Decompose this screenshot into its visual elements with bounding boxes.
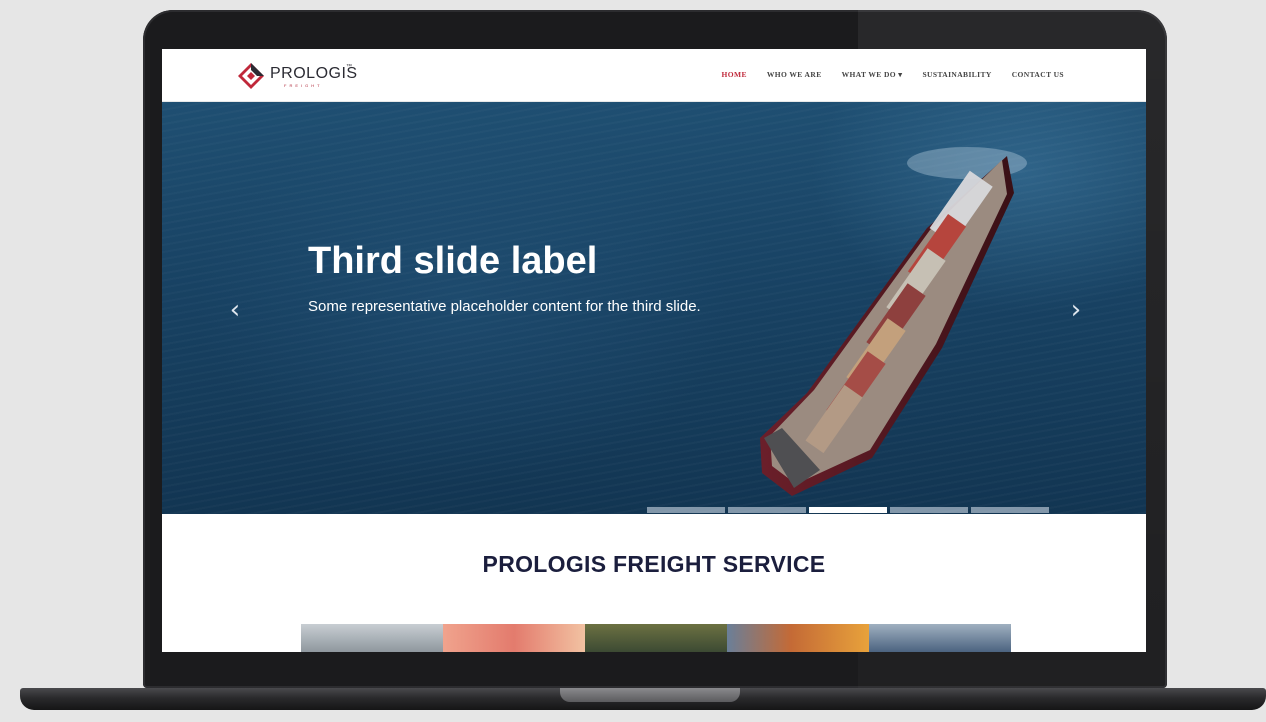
nav-item-who-we-are[interactable]: WHO WE ARE — [767, 70, 822, 79]
brand-name: PROLOGIS — [270, 65, 358, 82]
carousel-indicator-3[interactable] — [809, 507, 887, 513]
nav-item-what-we-do[interactable]: WHAT WE DO ▾ — [842, 70, 903, 79]
navbar: PROLOGIS ™ FREIGHT HOME WHO WE ARE WHAT … — [162, 49, 1146, 102]
brand-subtitle: FREIGHT — [284, 83, 323, 88]
carousel-indicators — [647, 507, 1049, 513]
carousel-next-button[interactable]: › — [1061, 295, 1091, 325]
nav-item-contact-us[interactable]: CONTACT US — [1012, 70, 1064, 79]
section-title: PROLOGIS FREIGHT SERVICE — [482, 551, 826, 577]
carousel-indicator-2[interactable] — [728, 507, 806, 513]
hero-carousel: Third slide label Some representative pl… — [162, 102, 1146, 514]
carousel-indicator-4[interactable] — [890, 507, 968, 513]
carousel-indicator-5[interactable] — [971, 507, 1049, 513]
service-thumbnails — [301, 624, 1011, 652]
service-thumb-air[interactable] — [301, 624, 443, 652]
cargo-ship-image — [760, 147, 1027, 496]
slide-description: Some representative placeholder content … — [308, 298, 701, 315]
nav-item-sustainability[interactable]: SUSTAINABILITY — [922, 70, 991, 79]
slide-title: Third slide label — [308, 240, 598, 282]
brand-trademark: ™ — [346, 64, 352, 70]
service-thumb-warehouse[interactable] — [869, 624, 1011, 652]
carousel-indicator-1[interactable] — [647, 507, 725, 513]
service-thumb-sea[interactable] — [443, 624, 585, 652]
website-screen: PROLOGIS ™ FREIGHT HOME WHO WE ARE WHAT … — [162, 49, 1146, 652]
diamond-logo-icon — [238, 63, 264, 89]
carousel-prev-button[interactable]: ‹ — [220, 295, 250, 325]
service-thumb-road[interactable] — [585, 624, 727, 652]
brand-logo[interactable]: PROLOGIS ™ FREIGHT — [236, 61, 376, 91]
service-thumb-containers[interactable] — [727, 624, 869, 652]
main-menu: HOME WHO WE ARE WHAT WE DO ▾ SUSTAINABIL… — [722, 70, 1064, 79]
nav-item-home[interactable]: HOME — [722, 70, 747, 79]
laptop-notch — [560, 688, 740, 702]
